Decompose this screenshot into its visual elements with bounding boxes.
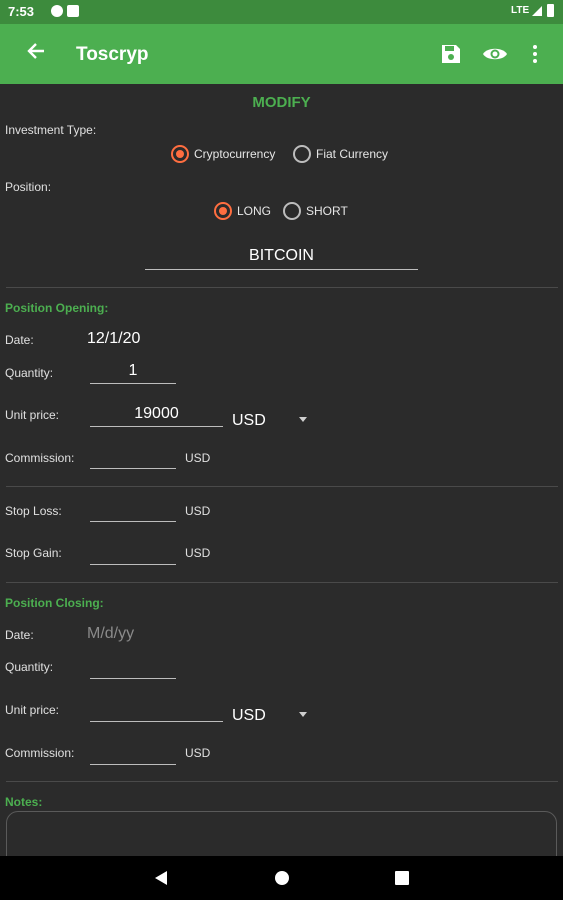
radio-label: SHORT [306,204,348,218]
radio-long[interactable]: LONG [214,202,271,220]
home-nav-icon[interactable] [272,868,292,888]
opening-date-input[interactable]: 12/1/20 [87,330,140,348]
radio-label: Cryptocurrency [194,147,276,161]
closing-commission-currency: USD [185,746,211,760]
closing-section-title: Position Closing: [5,596,104,610]
opening-section-title: Position Opening: [5,301,109,315]
closing-commission-label: Commission: [5,746,75,760]
asset-name-underline [145,269,418,270]
opening-date-label: Date: [5,333,34,347]
dropdown-arrow-icon[interactable] [299,417,307,422]
radio-unselected-icon [283,202,301,220]
radio-unselected-icon [293,145,311,163]
dropdown-arrow-icon[interactable] [299,712,307,717]
stop-loss-label: Stop Loss: [5,504,62,518]
closing-quantity-input[interactable] [90,678,176,679]
radio-label: Fiat Currency [316,147,389,161]
notes-section-title: Notes: [5,795,43,809]
divider [6,781,558,782]
eye-icon[interactable] [481,40,509,68]
position-label: Position: [5,180,52,194]
closing-currency-select[interactable]: USD [232,707,266,725]
opening-unit-price-input[interactable]: 19000 [90,405,223,423]
opening-quantity-input[interactable]: 1 [90,362,176,380]
closing-unit-price-label: Unit price: [5,703,60,717]
stop-gain-label: Stop Gain: [5,546,62,560]
navigation-bar [0,856,563,900]
closing-date-input[interactable]: M/d/yy [87,625,134,643]
opening-unit-price-label: Unit price: [5,408,60,422]
form-content: MODIFY Investment Type: Cryptocurrency F… [0,84,563,856]
recents-nav-icon[interactable] [392,868,412,888]
radio-fiat-currency[interactable]: Fiat Currency [293,145,388,163]
closing-unit-price-input[interactable] [90,721,223,722]
radio-selected-icon [214,202,232,220]
signal-icon [532,6,542,16]
asset-name-input[interactable]: BITCOIN [145,247,418,265]
status-bar: 7:53 LTE [0,0,563,24]
battery-icon [547,4,554,17]
notification-icon [67,5,79,17]
notes-input[interactable] [6,811,557,856]
back-nav-icon[interactable] [151,868,171,888]
stop-gain-input[interactable] [90,564,176,565]
opening-commission-currency: USD [185,451,211,465]
stop-loss-currency: USD [185,504,211,518]
closing-date-label: Date: [5,628,34,642]
closing-quantity-label: Quantity: [5,660,54,674]
opening-commission-label: Commission: [5,451,75,465]
radio-short[interactable]: SHORT [283,202,348,220]
investment-type-label: Investment Type: [5,123,97,137]
form-heading: MODIFY [252,94,311,111]
back-arrow-icon[interactable] [22,40,50,68]
app-title: Toscryp [76,44,149,65]
app-bar: Toscryp [0,24,563,84]
divider [6,486,558,487]
radio-label: LONG [237,204,272,218]
more-vert-icon[interactable] [521,40,549,68]
notification-icon [51,5,63,17]
status-time: 7:53 [8,4,35,19]
opening-currency-select[interactable]: USD [232,412,266,430]
opening-unit-price-underline [90,426,223,427]
stop-loss-input[interactable] [90,521,176,522]
save-icon[interactable] [437,40,465,68]
network-type: LTE [511,5,530,16]
divider [6,287,558,288]
stop-gain-currency: USD [185,546,211,560]
closing-commission-input[interactable] [90,764,176,765]
radio-cryptocurrency[interactable]: Cryptocurrency [171,145,275,163]
opening-commission-input[interactable] [90,468,176,469]
opening-quantity-label: Quantity: [5,366,54,380]
opening-quantity-underline [90,383,176,384]
radio-selected-icon [171,145,189,163]
divider [6,582,558,583]
